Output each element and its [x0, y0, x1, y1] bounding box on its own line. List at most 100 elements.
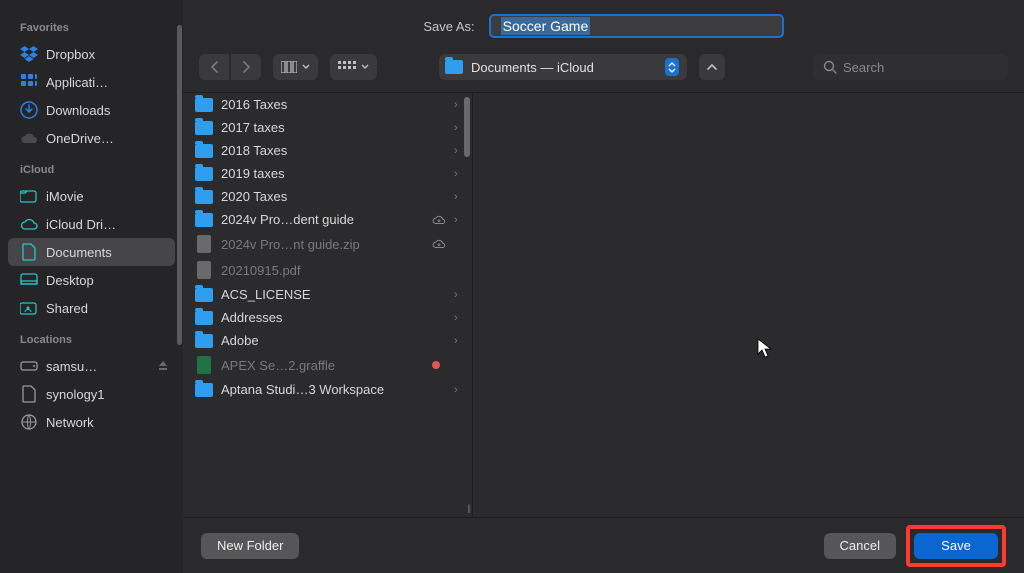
document-icon — [197, 235, 211, 253]
file-row[interactable]: 2020 Taxes› — [183, 185, 472, 208]
sidebar-label: synology1 — [46, 387, 105, 402]
document-icon — [197, 261, 211, 279]
save-as-label: Save As: — [423, 19, 474, 34]
file-row[interactable]: Aptana Studi…3 Workspace› — [183, 378, 472, 401]
search-icon — [823, 60, 837, 74]
file-name: 2019 taxes — [221, 166, 424, 181]
filename-input[interactable]: Soccer Game — [489, 14, 784, 38]
folder-icon — [195, 311, 213, 325]
forward-button[interactable] — [231, 54, 261, 80]
column-scrollbar[interactable] — [464, 97, 470, 157]
file-row[interactable]: APEX Se…2.graffle — [183, 352, 472, 378]
back-button[interactable] — [199, 54, 229, 80]
file-name: 2024v Pro…dent guide — [221, 212, 424, 227]
sidebar-item-network[interactable]: Network — [0, 408, 183, 436]
file-column[interactable]: 2016 Taxes›2017 taxes›2018 Taxes›2019 ta… — [183, 93, 473, 517]
cancel-button[interactable]: Cancel — [824, 533, 896, 559]
file-row[interactable]: 20210915.pdf — [183, 257, 472, 283]
file-name: 2018 Taxes — [221, 143, 424, 158]
save-as-row: Save As: Soccer Game — [183, 0, 1024, 48]
chevron-right-icon: › — [454, 145, 462, 157]
file-row[interactable]: 2024v Pro…nt guide.zip — [183, 231, 472, 257]
network-icon — [20, 413, 38, 431]
sidebar-label: Network — [46, 415, 94, 430]
document-icon — [20, 385, 38, 403]
sidebar-item-imovie[interactable]: iMovie — [0, 182, 183, 210]
file-row[interactable]: 2018 Taxes › — [183, 139, 472, 162]
sidebar-item-applications[interactable]: Applicati… — [0, 68, 183, 96]
chevron-down-icon — [361, 64, 369, 70]
sidebar-label: Documents — [46, 245, 112, 260]
file-row[interactable]: 2016 Taxes› — [183, 93, 472, 116]
file-row[interactable]: 2024v Pro…dent guide › — [183, 208, 472, 231]
location-popup[interactable]: Documents — iCloud — [439, 54, 687, 80]
eject-icon[interactable] — [157, 360, 169, 372]
sidebar-item-downloads[interactable]: Downloads — [0, 96, 183, 124]
folder-icon — [445, 60, 463, 74]
chevron-right-icon: › — [454, 168, 462, 180]
sidebar: Favorites Dropbox Applicati… Downloads O… — [0, 0, 183, 573]
file-name: 20210915.pdf — [221, 263, 424, 278]
sidebar-item-samsung[interactable]: samsu… — [0, 352, 183, 380]
chevron-right-icon: › — [454, 191, 462, 203]
sidebar-label: Downloads — [46, 103, 110, 118]
sidebar-item-desktop[interactable]: Desktop — [0, 266, 183, 294]
sidebar-item-dropbox[interactable]: Dropbox — [0, 40, 183, 68]
sidebar-item-synology[interactable]: synology1 — [0, 380, 183, 408]
sidebar-section-locations: Locations — [0, 322, 183, 352]
folder-icon — [195, 334, 213, 348]
sidebar-item-icloud-drive[interactable]: iCloud Dri… — [0, 210, 183, 238]
sidebar-label: Dropbox — [46, 47, 95, 62]
sidebar-item-documents[interactable]: Documents — [8, 238, 175, 266]
file-name: Addresses — [221, 310, 424, 325]
chevron-right-icon: › — [454, 122, 462, 134]
dropbox-icon — [20, 45, 38, 63]
group-by-button[interactable] — [330, 54, 377, 80]
sidebar-item-onedrive[interactable]: OneDrive… — [0, 124, 183, 152]
file-name: ACS_LICENSE — [221, 287, 424, 302]
folder-icon — [195, 167, 213, 181]
tag-dot-icon — [432, 358, 446, 372]
nav-buttons — [199, 54, 261, 80]
file-row[interactable]: Adobe› — [183, 329, 472, 352]
file-row[interactable]: 2019 taxes › — [183, 162, 472, 185]
save-button[interactable]: Save — [914, 533, 998, 559]
footer: New Folder Cancel Save — [183, 517, 1024, 573]
chevron-down-icon — [302, 64, 310, 70]
chevron-up-icon — [707, 63, 717, 71]
app-grid-icon — [20, 73, 38, 91]
sidebar-scrollbar[interactable] — [177, 25, 182, 345]
view-mode-button[interactable] — [273, 54, 318, 80]
folder-icon — [195, 213, 213, 227]
sidebar-section-favorites: Favorites — [0, 10, 183, 40]
group-icon — [338, 61, 356, 73]
folder-icon — [195, 190, 213, 204]
chevron-right-icon: › — [454, 99, 462, 111]
column-resize-handle[interactable]: || — [467, 503, 472, 513]
desktop-icon — [20, 271, 38, 289]
columns-icon — [281, 61, 297, 73]
chevron-right-icon: › — [454, 384, 462, 396]
file-row[interactable]: ACS_LICENSE› — [183, 283, 472, 306]
main-panel: Save As: Soccer Game Documents — iCloud — [183, 0, 1024, 573]
file-row[interactable]: Addresses› — [183, 306, 472, 329]
search-input[interactable]: Search — [813, 54, 1008, 80]
file-row[interactable]: 2017 taxes› — [183, 116, 472, 139]
sidebar-label: Shared — [46, 301, 88, 316]
folder-icon — [195, 383, 213, 397]
location-label: Documents — iCloud — [471, 60, 657, 75]
sidebar-section-icloud: iCloud — [0, 152, 183, 182]
folder-icon — [195, 98, 213, 112]
chevron-right-icon: › — [454, 335, 462, 347]
cloud-download-icon — [432, 237, 446, 251]
cloud-icon — [20, 129, 38, 147]
sidebar-label: Applicati… — [46, 75, 108, 90]
drive-icon — [20, 357, 38, 375]
collapse-button[interactable] — [699, 54, 725, 80]
file-name: APEX Se…2.graffle — [221, 358, 424, 373]
chevron-right-icon: › — [454, 214, 462, 226]
filename-value: Soccer Game — [501, 17, 591, 35]
sidebar-label: samsu… — [46, 359, 97, 374]
sidebar-item-shared[interactable]: Shared — [0, 294, 183, 322]
new-folder-button[interactable]: New Folder — [201, 533, 299, 559]
